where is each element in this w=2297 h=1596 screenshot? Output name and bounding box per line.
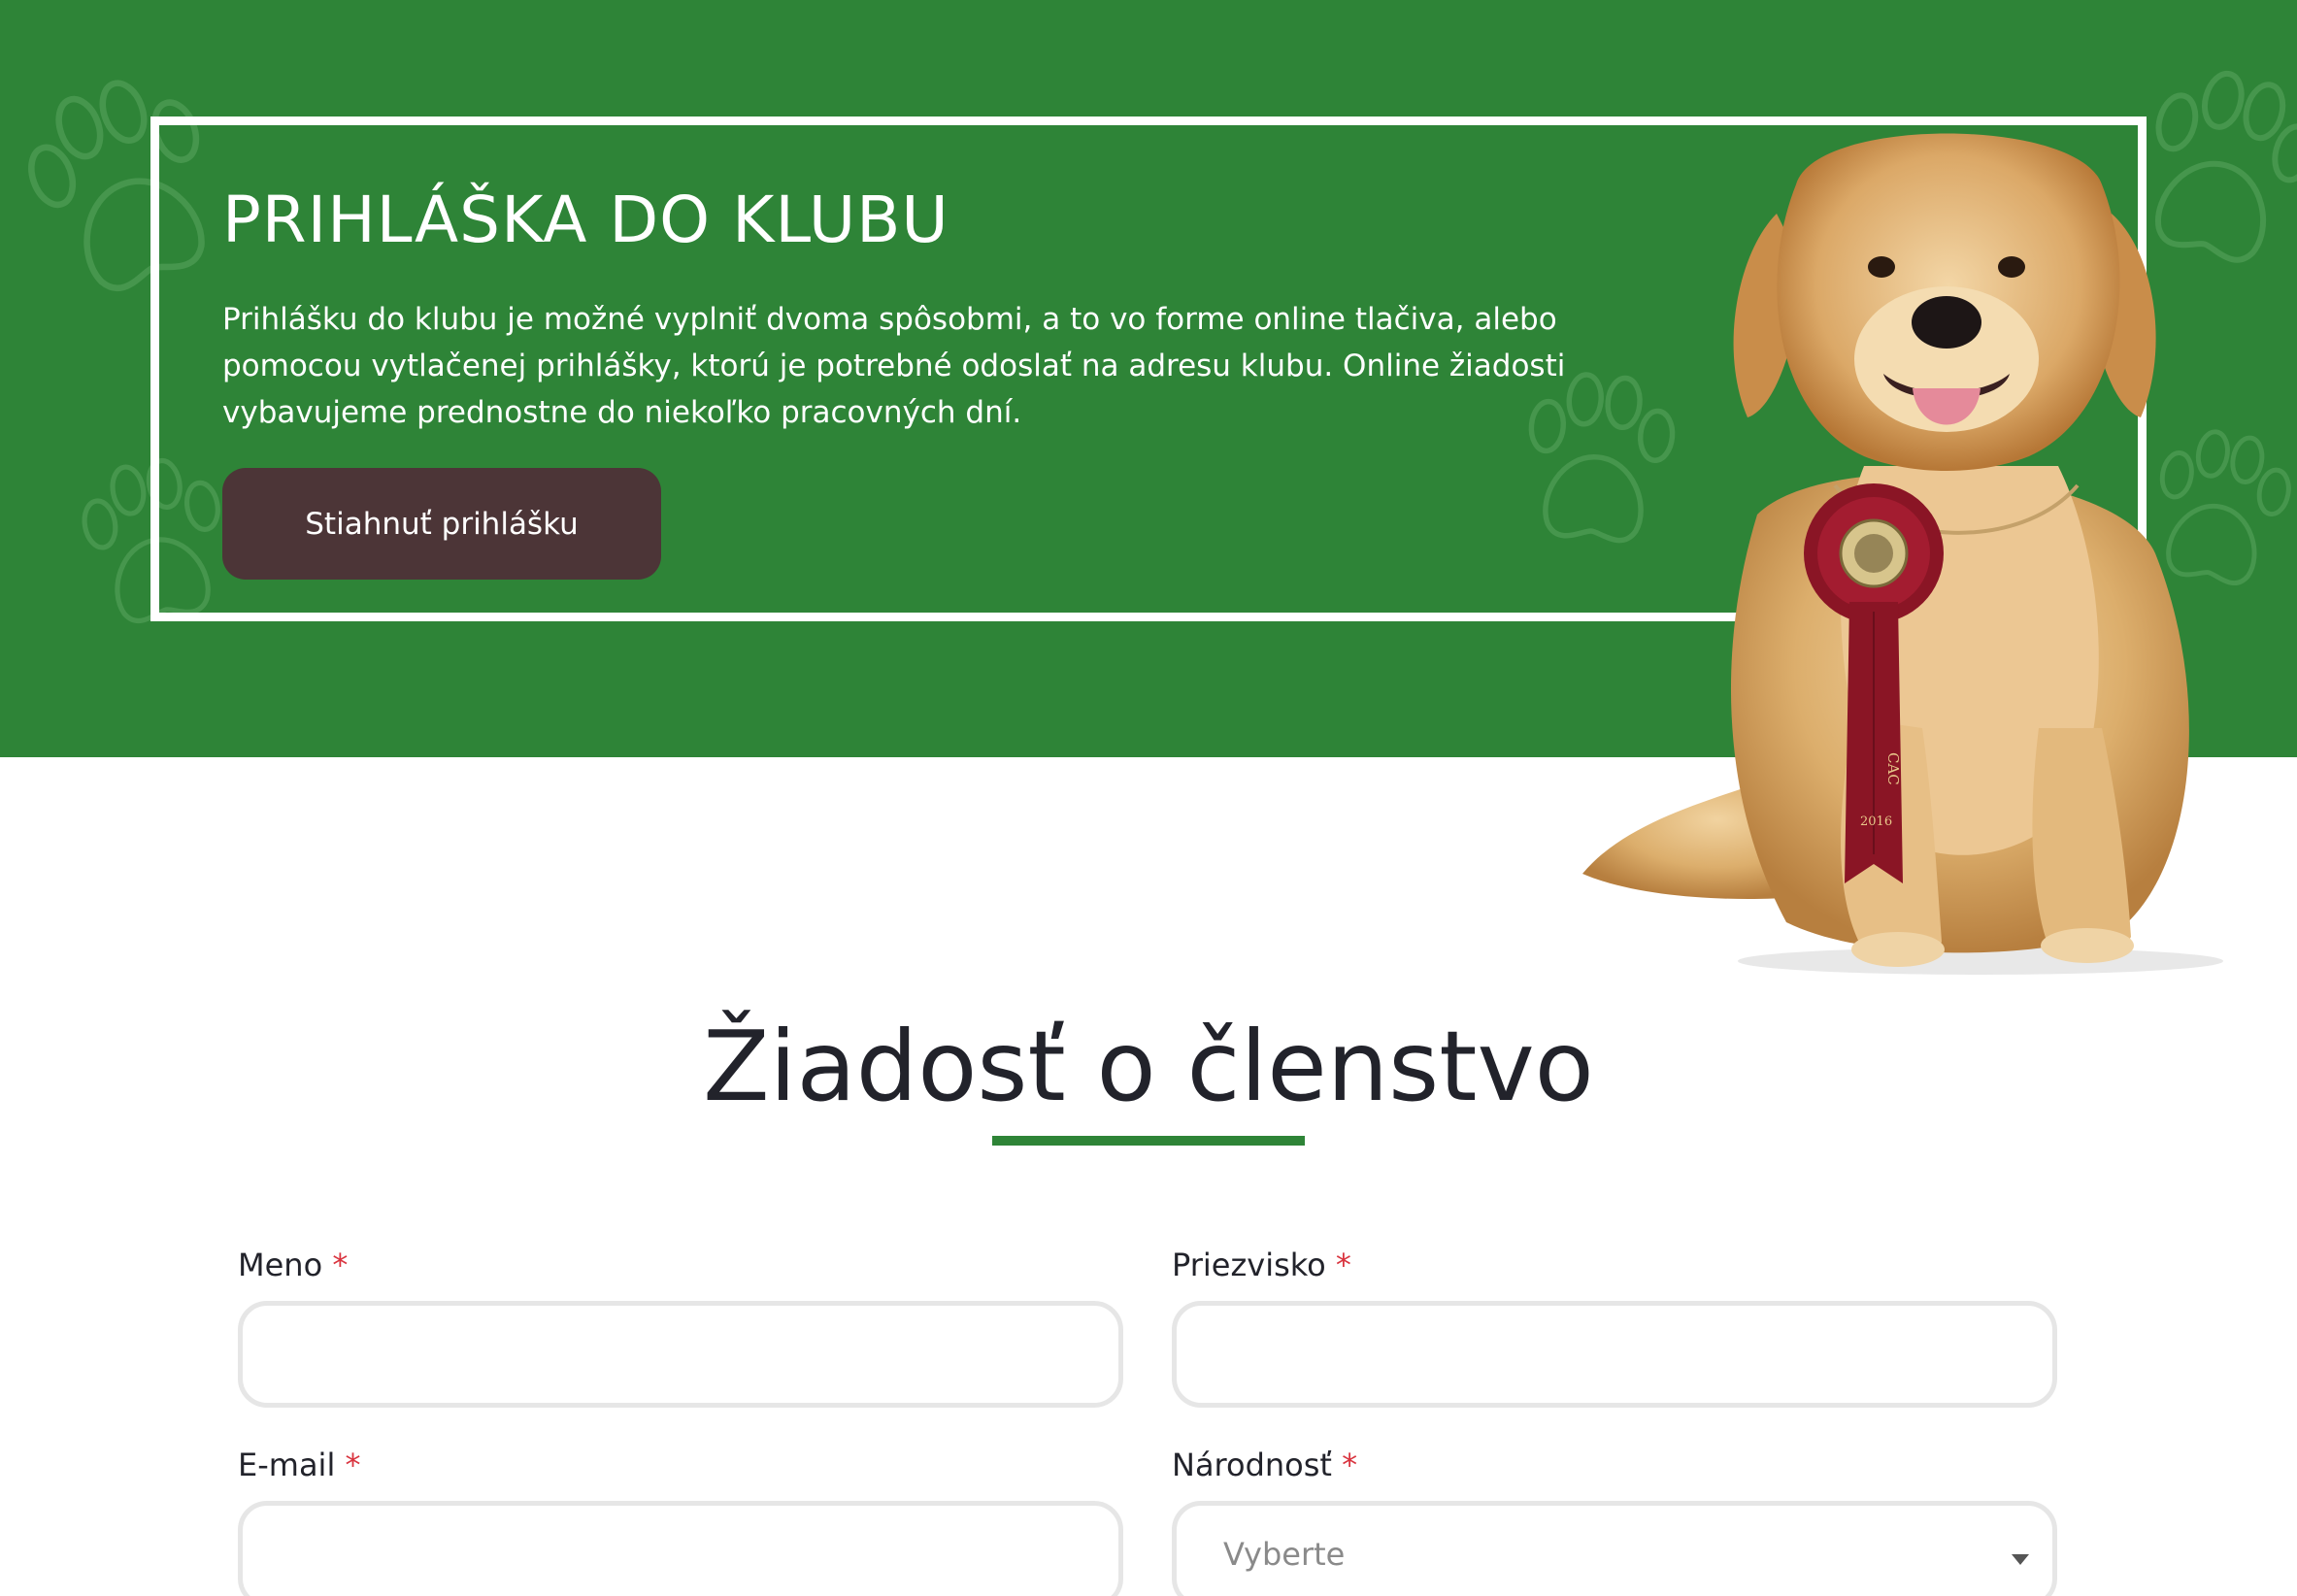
first-name-label-text: Meno [238,1247,323,1283]
hero-title: PRIHLÁŠKA DO KLUBU [222,183,949,257]
required-marker: * [332,1247,349,1283]
hero-description: Prihlášku do klubu je možné vyplniť dvom… [222,302,1566,430]
email-label: E-mail * [238,1446,361,1483]
last-name-label: Priezvisko * [1172,1247,1351,1283]
title-underline [992,1136,1305,1146]
rosette-cac-text: CAC [1884,752,1902,785]
golden-retriever-image: CAC 2016 [1573,97,2233,981]
nationality-select[interactable]: Vyberte [1172,1501,2057,1596]
nationality-label: Národnosť * [1172,1446,1357,1483]
required-marker: * [345,1446,361,1483]
required-marker: * [1342,1446,1358,1483]
download-application-button[interactable]: Stiahnuť prihlášku [222,468,661,580]
last-name-input[interactable] [1172,1301,2057,1408]
first-name-label: Meno * [238,1247,348,1283]
membership-form-title: Žiadosť o členstvo [703,1010,1594,1123]
chevron-down-icon [2012,1554,2029,1565]
nationality-label-text: Národnosť [1172,1446,1332,1483]
email-label-text: E-mail [238,1446,336,1483]
rosette-year-text: 2016 [1860,815,1892,829]
email-input[interactable] [238,1501,1123,1596]
required-marker: * [1335,1247,1351,1283]
page: PRIHLÁŠKA DO KLUBU Prihlášku do klubu je… [0,0,2297,1596]
last-name-label-text: Priezvisko [1172,1247,1326,1283]
first-name-input[interactable] [238,1301,1123,1408]
nationality-select-placeholder: Vyberte [1223,1536,1346,1573]
